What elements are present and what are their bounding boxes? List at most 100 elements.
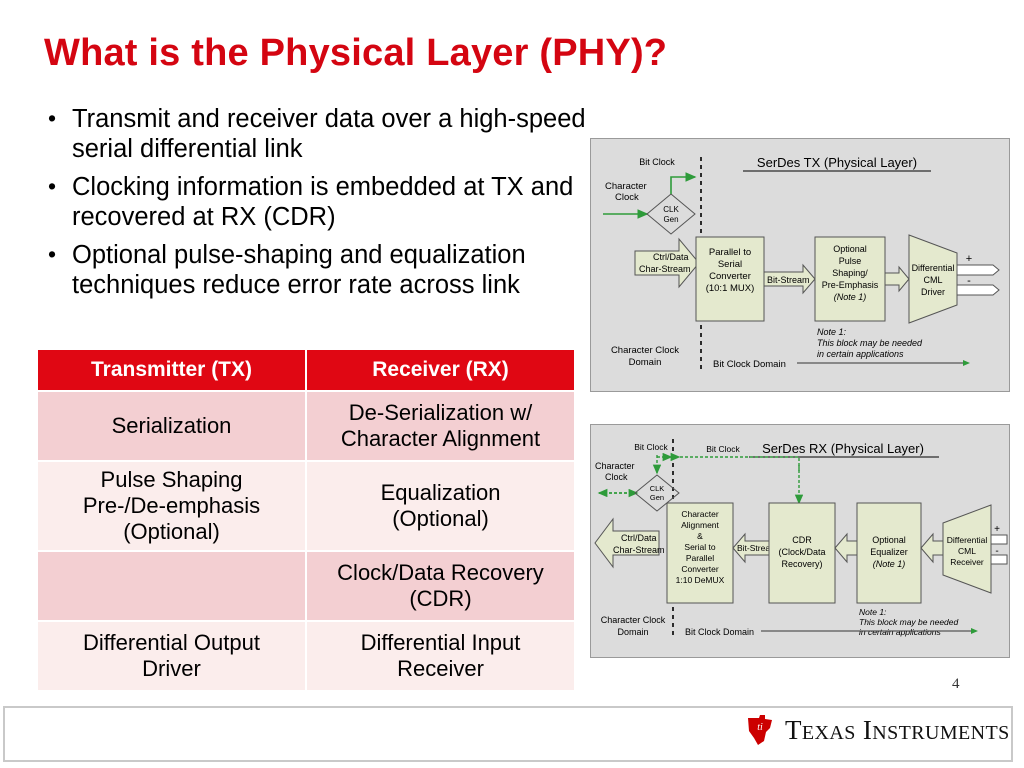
tx-clk-gen-label: CLK	[663, 205, 679, 214]
tx-diagram-title: SerDes TX (Physical Layer)	[757, 155, 917, 170]
rx-bit-clock-right-label: Bit Clock	[706, 444, 740, 454]
rx-block2-l1: CDR	[792, 535, 812, 545]
table-row: Serialization De-Serialization w/Charact…	[36, 390, 576, 462]
cell-tx: Pulse Shaping Pre-/De-emphasis (Optional)	[36, 460, 307, 552]
rx-block4-l2: CML	[958, 546, 976, 556]
rx-bit-domain-label: Bit Clock Domain	[685, 627, 754, 637]
tx-character-clock-label: Character	[605, 181, 647, 192]
cell-rx: De-Serialization w/Character Alignment	[305, 390, 576, 462]
cell-tx: Serialization	[36, 390, 307, 462]
cell-tx: Differential Output Driver	[36, 620, 307, 692]
rx-diagram-title: SerDes RX (Physical Layer)	[762, 441, 924, 456]
bullet-dot-icon: •	[48, 105, 57, 131]
tx-bit-domain-label: Bit Clock Domain	[713, 359, 786, 370]
rx-char-stream-label: Ctrl/Data	[621, 533, 657, 543]
cell-tx	[36, 550, 307, 622]
rx-plus-label: +	[994, 524, 1000, 535]
rx-note-l2: This block may be needed	[859, 617, 958, 627]
bullet-text: Clocking information is embedded at TX a…	[72, 173, 574, 231]
rx-block3-l3: (Note 1)	[873, 559, 906, 569]
page-title: What is the Physical Layer (PHY)?	[44, 32, 668, 74]
rx-block1-l2: Alignment	[681, 520, 719, 530]
list-item: • Transmit and receiver data over a high…	[36, 104, 588, 164]
cell-rx: Equalization (Optional)	[305, 460, 576, 552]
ti-word-t: T	[785, 714, 802, 745]
tx-note-l1: Note 1:	[817, 327, 847, 337]
rx-character-clock-label: Character	[595, 461, 635, 471]
ti-word-nstruments: NSTRUMENTS	[872, 721, 1010, 744]
list-item: • Optional pulse-shaping and equalizatio…	[36, 240, 588, 300]
tx-block1-l1: Parallel to	[709, 247, 751, 258]
tx-note-l2: This block may be needed	[817, 338, 923, 348]
rx-note-l3: in certain applications	[859, 627, 941, 637]
column-header-receiver: Receiver (RX)	[305, 348, 576, 392]
rx-clk-gen-label2: Gen	[650, 493, 664, 502]
rx-block2-l2: (Clock/Data	[778, 547, 825, 557]
list-item: • Clocking information is embedded at TX…	[36, 172, 588, 232]
bullet-dot-icon: •	[48, 173, 57, 199]
ti-texas-state-icon: ti	[745, 714, 775, 746]
rx-block1-l7: 1:10 DeMUX	[676, 575, 725, 585]
ti-word-exas: EXAS	[801, 721, 856, 744]
rx-block4-l3: Receiver	[950, 557, 984, 567]
rx-character-clock-label2: Clock	[605, 472, 628, 482]
svg-text:ti: ti	[757, 722, 763, 733]
tx-block1-l4: (10:1 MUX)	[706, 283, 755, 294]
rx-block1-l4: Serial to	[684, 542, 715, 552]
rx-minus-label: -	[995, 546, 998, 557]
tx-rx-comparison-table: Transmitter (TX) Receiver (RX) Serializa…	[36, 348, 576, 692]
tx-bit-clock-label: Bit Clock	[639, 157, 675, 167]
rx-block1-l5: Parallel	[686, 553, 714, 563]
serdes-tx-diagram: SerDes TX (Physical Layer) Character Clo…	[590, 138, 1010, 392]
rx-char-domain-l1: Character Clock	[601, 615, 666, 625]
bullet-dot-icon: •	[48, 241, 57, 267]
rx-block3-l2: Equalizer	[870, 547, 908, 557]
tx-char-domain-l2: Domain	[629, 357, 662, 368]
table-header-row: Transmitter (TX) Receiver (RX)	[36, 348, 576, 392]
tx-block1-l3: Converter	[709, 271, 751, 282]
ti-wordmark: TEXAS INSTRUMENTS	[785, 715, 1010, 746]
tx-block3-l2: CML	[923, 275, 942, 285]
tx-char-stream-label2: Char-Stream	[639, 264, 691, 274]
rx-note-l1: Note 1:	[859, 607, 887, 617]
tx-character-clock-label2: Clock	[615, 192, 639, 203]
bullet-list: • Transmit and receiver data over a high…	[36, 104, 588, 308]
column-header-transmitter: Transmitter (TX)	[36, 348, 307, 392]
table-row: Clock/Data Recovery (CDR)	[36, 550, 576, 622]
tx-block3-l3: Driver	[921, 287, 945, 297]
tx-char-domain-l1: Character Clock	[611, 345, 679, 356]
rx-bit-clock-left-label: Bit Clock	[634, 442, 668, 452]
rx-block1-l6: Converter	[681, 564, 718, 574]
rx-char-domain-l2: Domain	[617, 627, 648, 637]
tx-block2-l5: (Note 1)	[834, 292, 867, 302]
rx-block4-l1: Differential	[947, 535, 988, 545]
rx-block3-l1: Optional	[872, 535, 906, 545]
table-row: Pulse Shaping Pre-/De-emphasis (Optional) …	[36, 460, 576, 552]
tx-block1-l2: Serial	[718, 259, 742, 270]
tx-char-stream-label: Ctrl/Data	[653, 252, 689, 262]
table-row: Differential Output Driver Differential I…	[36, 620, 576, 692]
ti-word-i: I	[862, 714, 873, 745]
tx-note-l3: in certain applications	[817, 349, 904, 359]
tx-block2-l1: Optional	[833, 244, 867, 254]
tx-plus-label: +	[966, 253, 972, 265]
texas-instruments-logo: ti TEXAS INSTRUMENTS	[745, 714, 1010, 746]
bullet-text: Transmit and receiver data over a high-s…	[72, 105, 586, 163]
tx-block3-l1: Differential	[912, 263, 955, 273]
rx-char-stream-label2: Char-Stream	[613, 545, 665, 555]
rx-clk-gen-label: CLK	[650, 484, 665, 493]
page-number: 4	[952, 676, 960, 692]
tx-block2-l2: Pulse	[839, 256, 862, 266]
tx-bit-stream-label: Bit-Stream	[767, 275, 810, 285]
rx-block1-l3: &	[697, 531, 703, 541]
rx-block2-l3: Recovery)	[781, 559, 822, 569]
tx-minus-label: -	[967, 275, 971, 287]
tx-clk-gen-label2: Gen	[663, 215, 678, 224]
serdes-rx-diagram: SerDes RX (Physical Layer) Character Clo…	[590, 424, 1010, 658]
cell-rx: Differential Input Receiver	[305, 620, 576, 692]
cell-rx: Clock/Data Recovery (CDR)	[305, 550, 576, 622]
tx-block2-l4: Pre-Emphasis	[822, 280, 879, 290]
bullet-text: Optional pulse-shaping and equalization …	[72, 241, 526, 299]
tx-block2-l3: Shaping/	[832, 268, 868, 278]
rx-block1-l1: Character	[681, 509, 718, 519]
